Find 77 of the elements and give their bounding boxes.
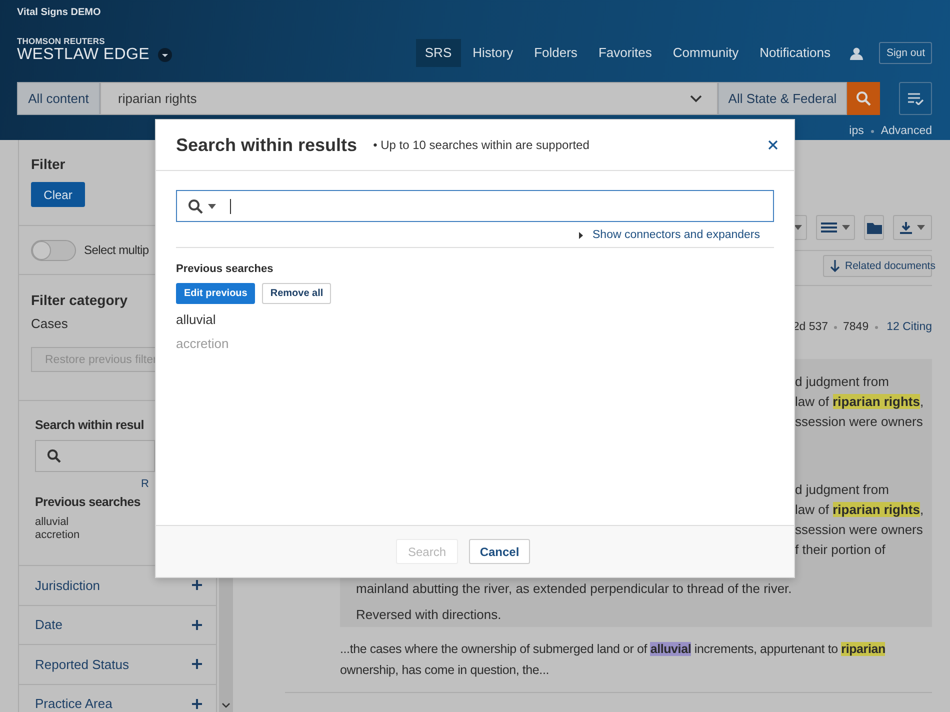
view-menu-button[interactable] xyxy=(816,215,855,240)
triangle-right-icon xyxy=(578,232,582,238)
toggle-switch[interactable] xyxy=(31,240,76,260)
previous-searches-heading: Previous searches xyxy=(176,263,274,275)
arrow-down-icon xyxy=(830,260,840,272)
facet-row[interactable]: Practice Area xyxy=(19,684,216,712)
download-button[interactable] xyxy=(893,215,932,240)
search-within-heading: Search within resul xyxy=(35,418,144,432)
search-icon xyxy=(47,449,61,463)
search-icon xyxy=(856,91,871,106)
advanced-link[interactable]: Advanced xyxy=(880,125,932,137)
list-icon xyxy=(821,222,837,233)
summary-text: ssession were owners xyxy=(795,521,923,539)
toggle-label: Select multip xyxy=(84,243,149,257)
facet-row[interactable]: Date xyxy=(19,606,216,645)
connectors-link[interactable]: Show connectors and expanders xyxy=(592,229,760,241)
filter-heading: Filter xyxy=(31,156,66,172)
previous-search: alluvial xyxy=(35,516,70,529)
demo-label: Vital Signs DEMO xyxy=(17,7,101,19)
content-scope-button[interactable]: All content xyxy=(17,82,100,115)
filter-category-heading: Filter category xyxy=(31,292,128,308)
clear-button[interactable]: Clear xyxy=(31,182,85,207)
caret-circle-icon[interactable] xyxy=(158,48,172,62)
text-cursor xyxy=(230,198,231,214)
category-label: Cases xyxy=(31,316,68,331)
search-within-field[interactable] xyxy=(35,440,155,472)
search-button[interactable] xyxy=(847,82,880,115)
nav-tab[interactable]: SRS xyxy=(416,39,461,67)
edit-previous-button[interactable]: Edit previous xyxy=(176,283,256,304)
close-icon[interactable] xyxy=(768,140,778,150)
cancel-button[interactable]: Cancel xyxy=(469,539,530,564)
search-list-button[interactable] xyxy=(899,82,932,115)
nav-tab[interactable]: Notifications xyxy=(750,39,840,67)
summary-text: d judgment from xyxy=(795,373,889,391)
caret-icon xyxy=(794,225,802,230)
nav-tab[interactable]: Favorites xyxy=(589,39,661,67)
snippet-text: ...the cases where the ownership of submerged land or of alluvial increments, appurtenant to riparian ownership, has come in question, the... xyxy=(340,641,886,679)
caret-icon xyxy=(208,204,216,208)
chevron-down-icon xyxy=(690,94,702,102)
previous-search: accretion xyxy=(35,529,81,542)
caret-icon xyxy=(917,225,925,230)
tips-link[interactable]: ips xyxy=(849,125,864,137)
dialog-title: Search within results xyxy=(176,134,358,156)
folder-icon xyxy=(866,222,882,234)
sign-out-button[interactable]: Sign out xyxy=(879,42,932,64)
jurisdiction-button[interactable]: All State & Federal xyxy=(718,82,847,115)
summary-text: Reversed with directions. xyxy=(356,606,502,624)
summary-text: f their portion of xyxy=(795,541,886,559)
user-icon[interactable] xyxy=(850,46,864,60)
search-field[interactable]: riparian rights xyxy=(100,82,718,115)
previous-searches-heading: Previous searches xyxy=(35,495,140,509)
summary-text: law of riparian rights, xyxy=(795,501,924,519)
search-icon xyxy=(188,198,203,214)
download-icon xyxy=(900,222,912,234)
list-check-icon xyxy=(908,92,924,104)
summary-text: ssession were owners xyxy=(795,413,923,431)
nav-tab[interactable]: Community xyxy=(664,39,748,67)
link[interactable]: R xyxy=(141,478,149,490)
dialog-note: • Up to 10 searches within are supported xyxy=(373,138,590,152)
search-input[interactable] xyxy=(176,190,774,222)
separator-dot xyxy=(874,326,878,328)
chevron-down-icon xyxy=(222,703,230,708)
citation-text: 7849 xyxy=(843,321,869,333)
folder-button[interactable] xyxy=(864,215,884,240)
summary-text: d judgment from xyxy=(795,481,889,499)
summary-text: mainland abutting the river, as extended perpendicular to thread of the river. xyxy=(356,581,792,597)
remove-all-button[interactable]: Remove all xyxy=(262,283,332,304)
citing-link[interactable]: 12 Citing xyxy=(886,321,932,333)
previous-search[interactable]: alluvial xyxy=(176,311,774,328)
summary-text: law of riparian rights, xyxy=(795,393,924,411)
separator-dot xyxy=(834,326,838,328)
facet-row[interactable]: Reported Status xyxy=(19,645,216,684)
nav-tab[interactable]: Folders xyxy=(525,39,586,67)
company-name: THOMSON REUTERS xyxy=(17,36,106,46)
nav-tab[interactable]: History xyxy=(464,39,522,67)
caret-icon xyxy=(842,225,850,230)
product-name: WESTLAW EDGE xyxy=(17,46,150,64)
